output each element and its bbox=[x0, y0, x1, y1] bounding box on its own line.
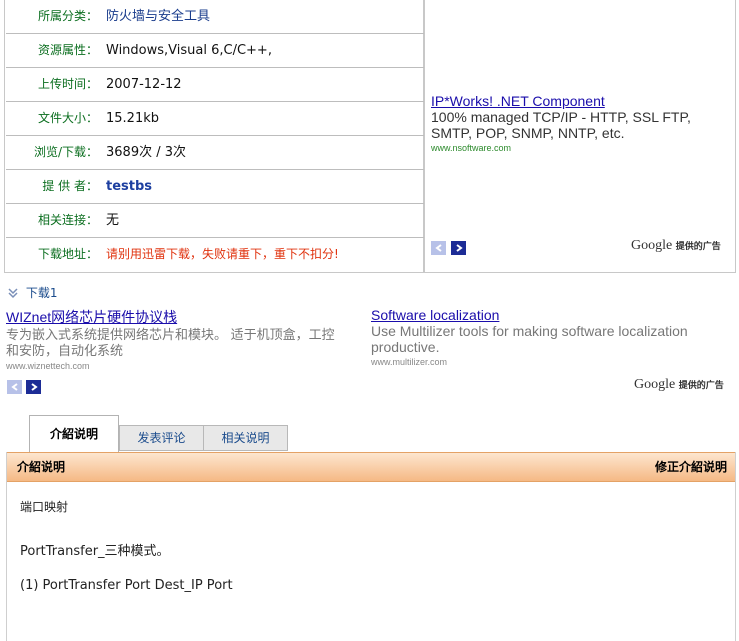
file-size-value: 15.21kb bbox=[106, 111, 159, 126]
ad-url[interactable]: www.multilizer.com bbox=[371, 357, 731, 367]
ad-description-line-2: 和安防，自动化系统 bbox=[6, 343, 124, 358]
ad-description-line-1: 专为嵌入式系统提供网络芯片和模块。 适于机顶盒，工控 bbox=[6, 327, 335, 342]
info-row-views-downloads: 浏览/下载： 3689次 / 3次 bbox=[6, 136, 424, 170]
edit-description-link[interactable]: 修正介紹说明 bbox=[655, 453, 727, 481]
chevron-left-icon bbox=[10, 383, 18, 391]
tab-related-notes[interactable]: 相关说明 bbox=[203, 425, 288, 451]
ad-description-line-1: Use Multilizer tools for making software… bbox=[371, 323, 688, 339]
ad-description-line-1: 100% managed TCP/IP - HTTP, SSL FTP, bbox=[431, 109, 691, 125]
upload-time-value: 2007-12-12 bbox=[106, 77, 182, 92]
category-label: 所属分类： bbox=[37, 9, 98, 23]
related-links-label: 相关连接： bbox=[37, 213, 98, 227]
ad-next-button[interactable] bbox=[451, 241, 466, 255]
download-warning-text: 请别用迅雷下载，失败请重下，重下不扣分! bbox=[106, 247, 339, 261]
attributes-value: Windows,Visual 6,C/C++, bbox=[106, 43, 272, 58]
google-logo: Google bbox=[634, 377, 676, 392]
ad-url[interactable]: www.nsoftware.com bbox=[431, 143, 691, 153]
google-ads-attribution[interactable]: Google 提供的广告 bbox=[631, 238, 721, 254]
info-row-attributes: 资源属性： Windows,Visual 6,C/C++, bbox=[6, 34, 424, 68]
ad-description-line-2: SMTP, POP, SNMP, NNTP, etc. bbox=[431, 125, 625, 141]
google-ads-sub-label: 提供的广告 bbox=[675, 242, 721, 252]
description-line-3: (1) PortTransfer Port Dest_IP Port bbox=[20, 578, 233, 593]
download-arrow-icon bbox=[8, 288, 18, 299]
info-row-category: 所属分类： 防火墙与安全工具 bbox=[6, 0, 424, 34]
provider-label: 提 供 者： bbox=[42, 179, 98, 193]
ad-unit-2: Software localization Use Multilizer too… bbox=[371, 307, 731, 367]
download-1-label: 下载1 bbox=[25, 286, 58, 300]
chevron-right-icon bbox=[455, 244, 463, 252]
tab-comment[interactable]: 发表评论 bbox=[119, 425, 204, 451]
ad-prev-button[interactable] bbox=[431, 241, 446, 255]
info-row-related-links: 相关连接： 无 bbox=[6, 204, 424, 238]
download-address-label: 下载地址： bbox=[37, 247, 98, 261]
attributes-label: 资源属性： bbox=[37, 43, 98, 57]
chevron-right-icon bbox=[30, 383, 38, 391]
provider-link[interactable]: testbs bbox=[106, 170, 152, 203]
description-header-title: 介紹说明 bbox=[17, 460, 66, 474]
views-downloads-label: 浏览/下载： bbox=[33, 145, 98, 159]
chevron-left-icon bbox=[434, 244, 442, 252]
ad-url[interactable]: www.wiznettech.com bbox=[6, 361, 366, 371]
ad-title-link[interactable]: Software localization bbox=[371, 307, 731, 323]
ads-next-button[interactable] bbox=[26, 380, 41, 394]
info-row-provider: 提 供 者： testbs bbox=[6, 170, 424, 204]
category-value[interactable]: 防火墙与安全工具 bbox=[106, 0, 210, 33]
ads-prev-button[interactable] bbox=[7, 380, 22, 394]
info-row-download-address: 下载地址： 请别用迅雷下载，失败请重下，重下不扣分! bbox=[6, 238, 424, 272]
sponsored-ad-box: IP*Works! .NET Component 100% managed TC… bbox=[424, 0, 736, 273]
file-size-label: 文件大小： bbox=[37, 111, 98, 125]
download-1-link[interactable]: 下载1 bbox=[7, 286, 57, 300]
views-downloads-value: 3689次 / 3次 bbox=[106, 145, 186, 160]
google-ads-attribution[interactable]: Google 提供的广告 bbox=[634, 377, 724, 393]
ad-title-link[interactable]: IP*Works! .NET Component bbox=[431, 93, 691, 109]
related-links-value: 无 bbox=[106, 213, 120, 228]
google-logo: Google bbox=[631, 238, 673, 253]
description-panel: 介紹说明 修正介紹说明 端口映射 PortTransfer_三种模式。 (1) … bbox=[6, 452, 736, 641]
ad-title-link[interactable]: WIZnet网络芯片硬件协议栈 bbox=[6, 307, 366, 327]
tab-description[interactable]: 介紹说明 bbox=[29, 415, 119, 453]
info-row-upload-time: 上传时间： 2007-12-12 bbox=[6, 68, 424, 102]
description-line-1: 端口映射 bbox=[20, 500, 69, 514]
ad-description-line-2: productive. bbox=[371, 339, 440, 355]
google-ads-sub-label: 提供的广告 bbox=[678, 381, 724, 391]
upload-time-label: 上传时间： bbox=[37, 77, 98, 91]
description-line-2: PortTransfer_三种模式。 bbox=[20, 544, 170, 559]
ad-unit-1: WIZnet网络芯片硬件协议栈 专为嵌入式系统提供网络芯片和模块。 适于机顶盒，… bbox=[6, 307, 366, 371]
description-header-bar: 介紹说明 修正介紹说明 bbox=[7, 452, 735, 482]
resource-info-panel: 所属分类： 防火墙与安全工具 资源属性： Windows,Visual 6,C/… bbox=[4, 0, 424, 273]
info-row-file-size: 文件大小： 15.21kb bbox=[6, 102, 424, 136]
